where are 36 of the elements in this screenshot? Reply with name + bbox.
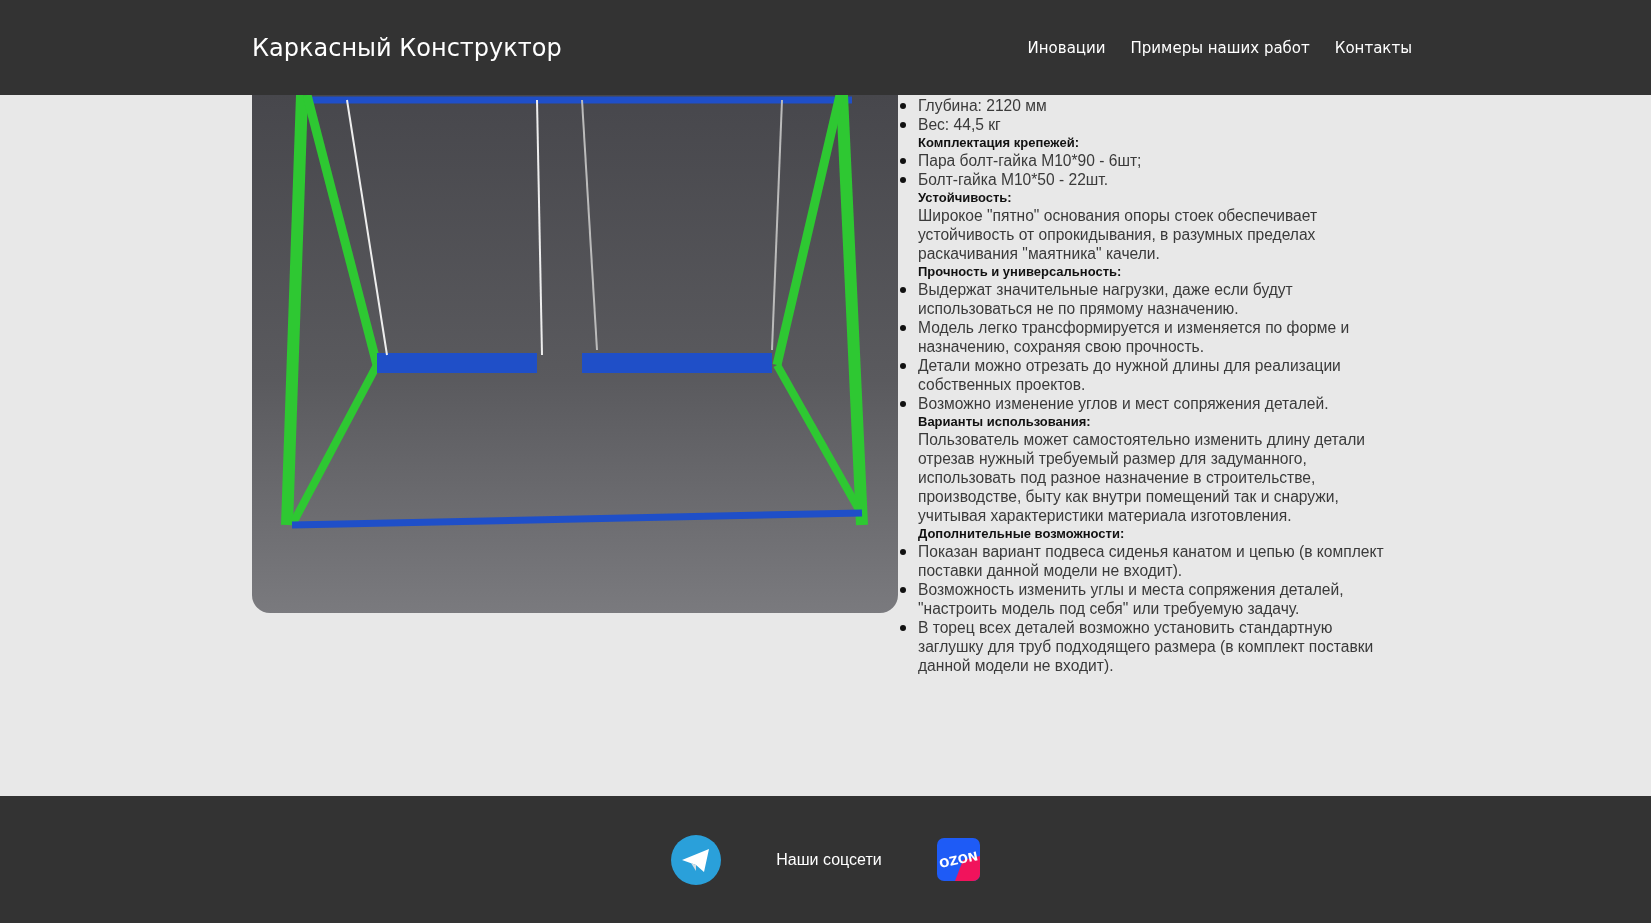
- bullet-icon: [900, 103, 906, 109]
- paper-plane-icon[interactable]: [671, 834, 721, 885]
- bullet-icon: [900, 401, 906, 407]
- section-heading: Варианты использования:: [917, 413, 1092, 430]
- section-heading: Комплектация крепежей:: [917, 134, 1080, 151]
- bullet-icon: [900, 363, 906, 369]
- bullet-icon: [900, 122, 906, 128]
- list-item: Выдержат значительные нагрузки, даже если будут использоваться не по прямому назначению.: [904, 280, 1396, 318]
- nav-link[interactable]: Контакты: [1334, 38, 1412, 57]
- section-heading: Устойчивость:: [917, 189, 1013, 206]
- bullet-icon: [900, 587, 906, 593]
- bullet-icon: [900, 325, 906, 331]
- section-heading: Прочность и универсальность:: [917, 263, 1123, 280]
- description-text: Пользователь может самостоятельно изменить длину детали отрезав нужный требуемый размер для задуманного, использовать под разное назначение в строительстве, производстве, быту как внутри помещений так и снаружи, учитывая характеристики материала изготовления.: [917, 430, 1367, 525]
- list-item: Детали можно отрезать до нужной длины для реализации собственных проектов.: [904, 356, 1396, 394]
- bullet-icon: [900, 177, 906, 183]
- list-item: Вес: 44,5 кг: [904, 115, 1396, 134]
- footer-label: Наши соцсети: [775, 850, 883, 869]
- list-item: Глубина: 2120 мм: [904, 96, 1396, 115]
- list-item: Болт-гайка М10*50 - 22шт.: [904, 170, 1396, 189]
- nav-link[interactable]: Иновации: [1027, 38, 1106, 57]
- list-item: Модель легко трансформируется и изменяется по форме и назначению, сохраняя свою прочность.: [904, 318, 1396, 356]
- section-heading: Дополнительные возможности:: [917, 525, 1126, 542]
- list-item: Возможно изменение углов и мест сопряжения деталей.: [904, 394, 1396, 413]
- list-item: Показан вариант подвеса сиденья канатом и цепью (в комплект поставки данной модели не входит).: [904, 542, 1396, 580]
- ozon-logo[interactable]: OZON: [937, 838, 980, 881]
- list-item: Возможность изменить углы и места сопряжения деталей, "настроить модель под себя" или требуемую задачу.: [904, 580, 1396, 618]
- site-title: Каркасный Конструктор: [252, 33, 562, 62]
- description-text: Широкое "пятно" основания опоры стоек обеспечивает устойчивость от опрокидывания, в разумных пределах раскачивания "маятника" качели.: [917, 206, 1319, 263]
- bullet-icon: [900, 287, 906, 293]
- list-item: В торец всех деталей возможно установить стандартную заглушку для труб подходящего размера (в комплект поставки данной модели не входит).: [904, 618, 1396, 675]
- nav-link[interactable]: Примеры наших работ: [1130, 38, 1310, 57]
- list-item: Пара болт-гайка М10*90 - 6шт;: [904, 151, 1396, 170]
- bullet-icon: [900, 549, 906, 555]
- bullet-icon: [900, 158, 906, 164]
- bullet-icon: [900, 625, 906, 631]
